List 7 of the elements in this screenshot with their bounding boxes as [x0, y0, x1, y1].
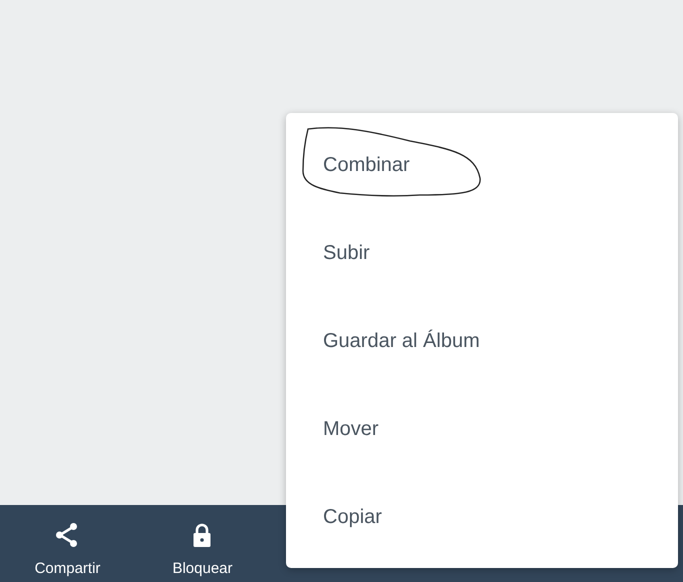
menu-item[interactable]: Mover	[323, 417, 379, 441]
menu-item[interactable]: Combinar	[323, 153, 410, 177]
menu-item[interactable]: Subir	[323, 241, 370, 265]
toolbar-button[interactable]: Bloquear	[172, 505, 233, 582]
menu-item[interactable]: Copiar	[323, 505, 382, 529]
menu-item[interactable]: Guardar al Álbum	[323, 329, 480, 353]
toolbar-button[interactable]: Compartir	[34, 505, 100, 582]
